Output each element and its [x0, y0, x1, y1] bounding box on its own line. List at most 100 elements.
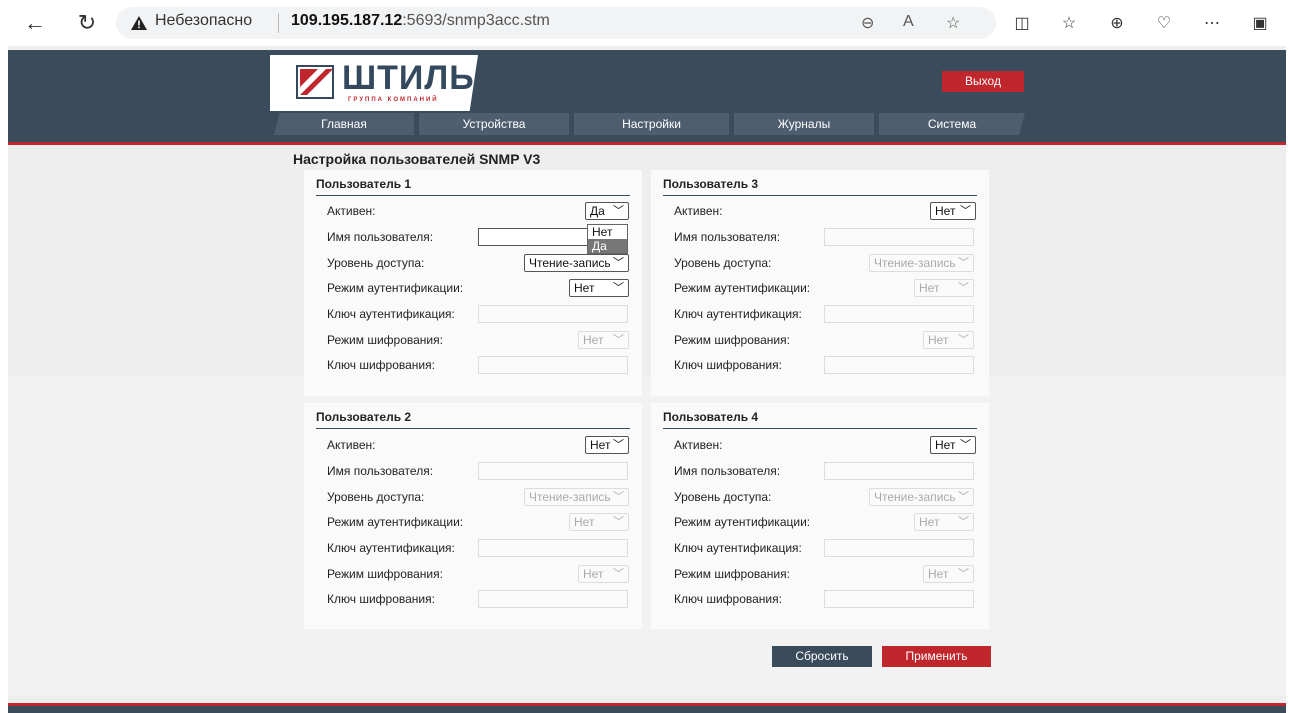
sidebar-toggle-icon[interactable]: ▣: [1248, 12, 1272, 34]
user-panel-4: Пользователь 4 Активен: Нет ﹀ Имя пользов…: [651, 403, 989, 629]
dropdown-option-no[interactable]: Нет: [588, 225, 627, 239]
browser-toolbar: ← ↻ Небезопасно 109.195.187.12:5693/snmp…: [0, 0, 1290, 46]
chevron-down-icon: ﹀: [613, 334, 624, 346]
header-accent-line: [8, 142, 1286, 145]
active-label: Активен:: [674, 204, 723, 218]
menu-item-devices[interactable]: Устройства: [419, 113, 569, 135]
auth-mode-select-value: Нет: [574, 281, 595, 295]
enc-mode-label: Режим шифрования:: [674, 333, 790, 347]
collections-icon[interactable]: ⊕: [1105, 12, 1129, 34]
site-footer: [8, 703, 1286, 713]
enc-mode-select[interactable]: Нет ﹀: [578, 565, 629, 583]
auth-mode-select[interactable]: Нет ﹀: [569, 513, 629, 531]
active-select[interactable]: Нет ﹀: [930, 436, 976, 454]
read-aloud-icon[interactable]: A: [903, 13, 914, 31]
url-text[interactable]: 109.195.187.12:5693/snmp3acc.stm: [291, 12, 550, 30]
enc-mode-select-value: Нет: [928, 333, 949, 347]
enc-key-input[interactable]: [478, 590, 628, 608]
access-select-value: Чтение-запись: [874, 490, 956, 504]
dropdown-option-yes[interactable]: Да: [588, 239, 627, 253]
favorites-icon[interactable]: ☆: [1057, 12, 1081, 34]
active-select-value: Нет: [935, 204, 956, 218]
menu-item-home[interactable]: Главная: [274, 113, 414, 135]
more-menu-icon[interactable]: ⋯: [1200, 12, 1224, 34]
access-select[interactable]: Чтение-запись ﹀: [869, 254, 974, 272]
address-separator: [278, 13, 279, 33]
access-select[interactable]: Чтение-запись ﹀: [524, 254, 629, 272]
back-arrow-icon[interactable]: ←: [20, 8, 50, 38]
auth-mode-select[interactable]: Нет ﹀: [914, 279, 974, 297]
active-select-value: Нет: [935, 438, 956, 452]
page-title: Настройка пользователей SNMP V3: [293, 151, 541, 167]
auth-mode-label: Режим аутентификации:: [674, 515, 811, 529]
auth-mode-label: Режим аутентификации:: [674, 281, 811, 295]
user-panel-title: Пользователь 2: [316, 410, 630, 429]
chevron-down-icon: ﹀: [960, 439, 971, 451]
active-dropdown-list: Нет Да: [587, 224, 628, 254]
active-select[interactable]: Да ﹀: [585, 202, 629, 220]
active-select-value: Да: [590, 204, 605, 218]
enc-key-input[interactable]: [824, 590, 974, 608]
chevron-down-icon: ﹀: [958, 257, 969, 269]
enc-mode-label: Режим шифрования:: [674, 567, 790, 581]
auth-key-input[interactable]: [478, 305, 628, 323]
user-panel-title: Пользователь 1: [316, 177, 630, 196]
username-input[interactable]: [824, 462, 974, 480]
auth-key-label: Ключ аутентификация:: [674, 307, 802, 321]
enc-key-input[interactable]: [824, 356, 974, 374]
active-select-value: Нет: [590, 438, 611, 452]
chevron-down-icon: ﹀: [958, 568, 969, 580]
zoom-icon[interactable]: ⊖: [861, 13, 874, 33]
enc-key-label: Ключ шифрования:: [674, 358, 782, 372]
page-background: [8, 46, 1286, 713]
logo[interactable]: ШТИЛЬ ГРУППА КОМПАНИЙ: [270, 55, 478, 111]
apply-button[interactable]: Применить: [882, 646, 991, 667]
auth-mode-label: Режим аутентификации:: [327, 281, 464, 295]
username-label: Имя пользователя:: [674, 230, 781, 244]
split-screen-icon[interactable]: ◫: [1010, 12, 1034, 34]
insecure-label[interactable]: Небезопасно: [155, 12, 252, 30]
active-select[interactable]: Нет ﹀: [930, 202, 976, 220]
access-select-value: Чтение-запись: [529, 490, 611, 504]
username-input[interactable]: [824, 228, 974, 246]
access-select[interactable]: Чтение-запись ﹀: [524, 488, 629, 506]
auth-key-input[interactable]: [824, 305, 974, 323]
enc-mode-label: Режим шифрования:: [327, 567, 443, 581]
warning-icon[interactable]: [130, 15, 148, 31]
active-label: Активен:: [327, 204, 376, 218]
chevron-down-icon: ﹀: [958, 516, 969, 528]
username-label: Имя пользователя:: [327, 464, 434, 478]
reload-icon[interactable]: ↻: [72, 8, 102, 38]
chevron-down-icon: ﹀: [613, 257, 624, 269]
enc-mode-select[interactable]: Нет ﹀: [923, 331, 974, 349]
enc-key-input[interactable]: [478, 356, 628, 374]
chevron-down-icon: ﹀: [613, 516, 624, 528]
menu-item-system[interactable]: Система: [879, 113, 1025, 135]
active-label: Активен:: [674, 438, 723, 452]
chevron-down-icon: ﹀: [613, 205, 624, 217]
exit-button[interactable]: Выход: [942, 71, 1024, 92]
access-label: Уровень доступа:: [674, 256, 772, 270]
auth-mode-select-value: Нет: [919, 515, 940, 529]
user-panel-title: Пользователь 4: [663, 410, 977, 429]
enc-mode-select[interactable]: Нет ﹀: [923, 565, 974, 583]
menu-item-logs[interactable]: Журналы: [734, 113, 874, 135]
enc-mode-select-value: Нет: [583, 567, 604, 581]
auth-mode-select[interactable]: Нет ﹀: [569, 279, 629, 297]
favorite-star-icon[interactable]: ☆: [946, 13, 960, 33]
browser-essentials-icon[interactable]: ♡: [1152, 12, 1176, 34]
address-bar[interactable]: Небезопасно 109.195.187.12:5693/snmp3acc…: [116, 7, 996, 39]
access-label: Уровень доступа:: [327, 256, 425, 270]
active-select[interactable]: Нет ﹀: [585, 436, 629, 454]
menu-item-settings[interactable]: Настройки: [574, 113, 729, 135]
access-select[interactable]: Чтение-запись ﹀: [869, 488, 974, 506]
username-input[interactable]: [478, 462, 628, 480]
access-select-value: Чтение-запись: [529, 256, 611, 270]
auth-key-input[interactable]: [824, 539, 974, 557]
user-panel-1: Пользователь 1 Активен: Да ﹀ Имя пользова…: [304, 170, 642, 396]
enc-mode-select-value: Нет: [928, 567, 949, 581]
auth-mode-select[interactable]: Нет ﹀: [914, 513, 974, 531]
reset-button[interactable]: Сбросить: [772, 646, 872, 667]
auth-key-input[interactable]: [478, 539, 628, 557]
enc-mode-select[interactable]: Нет ﹀: [578, 331, 629, 349]
